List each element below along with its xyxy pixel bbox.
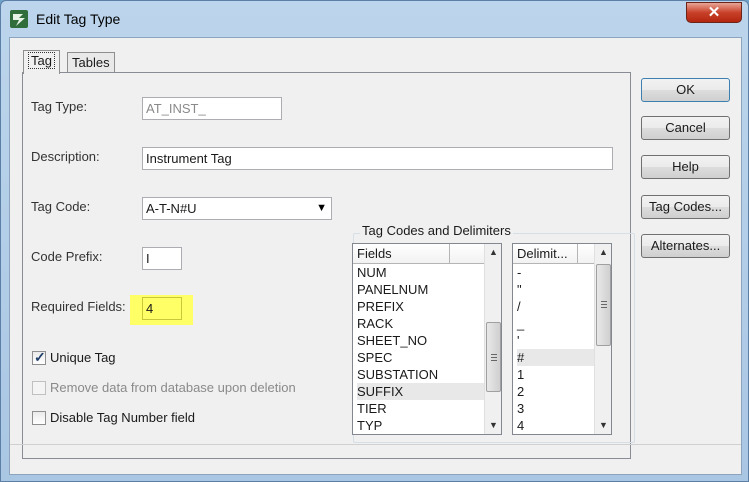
fields-list-header[interactable]: Fields <box>353 244 501 264</box>
cancel-button[interactable]: Cancel <box>641 116 730 140</box>
scroll-down-icon[interactable]: ▼ <box>595 417 611 434</box>
grip-line <box>601 307 607 308</box>
required-fields-field[interactable]: 4 <box>142 297 182 320</box>
tag-type-label: Tag Type: <box>31 99 88 114</box>
description-field[interactable]: Instrument Tag <box>142 147 613 170</box>
fields-header-label: Fields <box>357 246 392 261</box>
tab-tag[interactable]: Tag <box>23 50 60 74</box>
app-icon <box>10 10 28 28</box>
chevron-down-icon: ▼ <box>316 202 327 214</box>
description-label: Description: <box>31 149 100 164</box>
delimiters-header-label: Delimit... <box>517 246 568 261</box>
grip-line <box>491 360 497 361</box>
grip-line <box>491 357 497 358</box>
remove-data-label: Remove data from database upon deletion <box>50 380 296 395</box>
unique-tag-label: Unique Tag <box>50 350 116 365</box>
fields-list-item[interactable]: NUM <box>357 264 497 281</box>
scroll-thumb[interactable] <box>596 264 611 346</box>
grip-line <box>601 301 607 302</box>
delimiters-list[interactable]: Delimit... - " / _ ' #1 2 3 4 ▲ ▼ <box>512 243 612 435</box>
code-prefix-label: Code Prefix: <box>31 249 103 264</box>
alternates-button[interactable]: Alternates... <box>641 234 730 258</box>
tag-codes-group-title: Tag Codes and Delimiters <box>360 223 513 238</box>
grip-line <box>601 304 607 305</box>
title-bar[interactable]: Edit Tag Type ✕ <box>1 1 748 37</box>
code-prefix-field[interactable]: I <box>142 247 182 270</box>
tag-codes-button[interactable]: Tag Codes... <box>641 195 730 219</box>
fields-list-item[interactable]: PREFIX <box>357 298 497 315</box>
disable-tag-number-checkbox[interactable] <box>32 411 46 425</box>
fields-list-item[interactable]: TYP <box>357 417 497 434</box>
fields-scrollbar[interactable]: ▲ ▼ <box>484 244 501 434</box>
tab-tables[interactable]: Tables <box>67 52 115 72</box>
fields-list-item[interactable]: PANELNUM <box>357 281 497 298</box>
fields-list-item[interactable]: SHEET_NO <box>357 332 497 349</box>
window-title: Edit Tag Type <box>36 11 121 27</box>
scroll-down-icon[interactable]: ▼ <box>485 417 501 434</box>
fields-list-items: NUM PANELNUM PREFIX RACK SHEET_NO SPEC SUBSTAT… <box>353 264 501 434</box>
scroll-thumb[interactable] <box>486 322 501 392</box>
status-bar <box>10 444 741 474</box>
fields-list-item[interactable]: RACK <box>357 315 497 332</box>
tag-type-field[interactable]: AT_INST_ <box>142 97 282 120</box>
required-fields-label: Required Fields: <box>31 299 126 314</box>
remove-data-checkbox[interactable] <box>32 381 46 395</box>
tag-tab-panel: Tag Type: AT_INST_ Description: Instrume… <box>22 72 635 459</box>
dialog-body: Tag Tables Tag Type: AT_INST_ Descriptio… <box>9 37 742 475</box>
unique-tag-checkbox[interactable] <box>32 349 46 366</box>
scroll-up-icon[interactable]: ▲ <box>485 244 501 261</box>
fields-list-item[interactable]: TIER <box>357 400 497 417</box>
ok-button[interactable]: OK <box>641 78 730 102</box>
fields-list-item[interactable]: SPEC <box>357 349 497 366</box>
delimiters-scrollbar[interactable]: ▲ ▼ <box>594 244 611 434</box>
fields-list-item[interactable]: SUFFIX <box>357 383 497 400</box>
column-divider[interactable] <box>577 244 578 264</box>
grip-line <box>491 354 497 355</box>
disable-tag-number-label: Disable Tag Number field <box>50 410 195 425</box>
tag-code-dropdown[interactable]: A-T-N#U ▼ <box>142 197 332 220</box>
close-button[interactable]: ✕ <box>686 2 742 23</box>
fields-list[interactable]: Fields NUM PANELNUM PREFIX RACK SHEET_NO SPEC… <box>352 243 502 435</box>
column-divider[interactable] <box>449 244 450 264</box>
fields-list-item[interactable]: SUBSTATION <box>357 366 497 383</box>
edit-tag-type-window: Edit Tag Type ✕ Tag Tables Tag Type: AT_… <box>0 0 749 482</box>
tab-tag-label: Tag <box>28 52 55 69</box>
scroll-up-icon[interactable]: ▲ <box>595 244 611 261</box>
help-button[interactable]: Help <box>641 155 730 179</box>
tag-code-label: Tag Code: <box>31 199 91 214</box>
tag-code-value: A-T-N#U <box>146 201 197 216</box>
